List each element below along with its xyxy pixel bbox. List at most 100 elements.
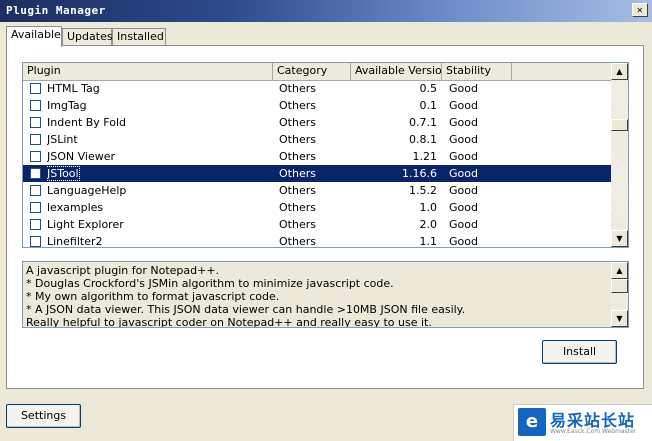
close-icon[interactable]: ✕ [632, 3, 648, 17]
plugin-name: JSON Viewer [47, 148, 273, 165]
plugin-stability: Good [449, 116, 478, 129]
description-line: A javascript plugin for Notepad++. [26, 264, 220, 277]
plugin-version: 1.0 [419, 201, 438, 214]
description-line: * My own algorithm to format javascript … [26, 290, 280, 303]
table-row[interactable]: lexamples Others 1.0 Good [23, 199, 612, 216]
plugin-category: Others [279, 133, 316, 146]
description-line: * A JSON data viewer. This JSON data vie… [26, 303, 466, 316]
plugin-name: JSTool [47, 165, 273, 182]
watermark-subtitle: Www.Easck.Com Webmaster [550, 428, 637, 435]
plugin-category: Others [279, 82, 316, 95]
tab-available[interactable]: Available [6, 26, 62, 47]
plugin-name: Linefilter2 [47, 233, 273, 248]
list-header: Plugin Category Available Version Stabil… [23, 63, 612, 81]
plugin-name: lexamples [47, 199, 273, 216]
plugin-name: LanguageHelp [47, 182, 273, 199]
plugin-category: Others [279, 201, 316, 214]
column-header-category[interactable]: Category [273, 63, 351, 80]
plugin-checkbox[interactable] [30, 100, 41, 111]
tab-updates[interactable]: Updates [62, 28, 113, 46]
plugin-category: Others [279, 235, 316, 248]
plugin-name-text: ImgTag [47, 99, 87, 112]
plugin-list[interactable]: Plugin Category Available Version Stabil… [22, 62, 629, 248]
plugin-name-text: Indent By Fold [47, 116, 127, 129]
plugin-checkbox[interactable] [30, 185, 41, 196]
plugin-list-scrollbar[interactable]: ▲ ▼ [611, 63, 628, 247]
plugin-version: 0.8.1 [409, 133, 437, 146]
plugin-version: 1.1 [419, 235, 438, 248]
table-row[interactable]: JSON Viewer Others 1.21 Good [23, 148, 612, 165]
plugin-rows: HTML Tag Others 0.5 Good ImgTag Others 0… [23, 80, 612, 248]
column-header-stability[interactable]: Stability [442, 63, 512, 80]
plugin-name-text: lexamples [47, 201, 104, 214]
plugin-checkbox[interactable] [30, 134, 41, 145]
plugin-stability: Good [449, 201, 478, 214]
plugin-category: Others [279, 150, 316, 163]
plugin-checkbox[interactable] [30, 151, 41, 162]
plugin-version: 0.7.1 [409, 116, 437, 129]
plugin-stability: Good [449, 218, 478, 231]
plugin-checkbox[interactable] [30, 117, 41, 128]
scroll-up-icon[interactable]: ▲ [611, 63, 628, 80]
plugin-category: Others [279, 167, 316, 180]
scroll-down-icon[interactable]: ▼ [611, 230, 628, 247]
scroll-thumb[interactable] [611, 279, 628, 293]
description-scrollbar[interactable]: ▲ ▼ [611, 262, 628, 327]
plugin-category: Others [279, 116, 316, 129]
description-text: A javascript plugin for Notepad++. * Dou… [26, 264, 611, 328]
table-row-selected[interactable]: JSTool Others 1.16.6 Good [23, 165, 612, 182]
scroll-up-icon[interactable]: ▲ [611, 262, 628, 279]
plugin-version: 1.21 [412, 150, 438, 163]
plugin-version: 0.5 [419, 82, 438, 95]
plugin-checkbox[interactable] [30, 168, 41, 179]
plugin-version: 0.1 [419, 99, 438, 112]
plugin-version: 2.0 [419, 218, 438, 231]
window-title: Plugin Manager [6, 4, 106, 17]
plugin-name-text: JSTool [47, 166, 80, 181]
plugin-stability: Good [449, 150, 478, 163]
plugin-category: Others [279, 99, 316, 112]
plugin-name: JSLint [47, 131, 273, 148]
plugin-name-text: JSON Viewer [47, 150, 116, 163]
plugin-name: Light Explorer [47, 216, 273, 233]
description-line: * Douglas Crockford's JSMin algorithm to… [26, 277, 394, 290]
plugin-description[interactable]: A javascript plugin for Notepad++. * Dou… [22, 261, 629, 328]
plugin-checkbox[interactable] [30, 236, 41, 247]
column-header-plugin[interactable]: Plugin [23, 63, 273, 80]
plugin-category: Others [279, 184, 316, 197]
table-row[interactable]: LanguageHelp Others 1.5.2 Good [23, 182, 612, 199]
plugin-name-text: HTML Tag [47, 82, 100, 95]
description-line: Really helpful to javascript coder on No… [26, 316, 432, 328]
scroll-down-icon[interactable]: ▼ [611, 310, 628, 327]
table-row[interactable]: ImgTag Others 0.1 Good [23, 97, 612, 114]
plugin-name-text: JSLint [47, 133, 78, 146]
plugin-stability: Good [449, 167, 478, 180]
plugin-category: Others [279, 218, 316, 231]
plugin-checkbox[interactable] [30, 83, 41, 94]
plugin-stability: Good [449, 235, 478, 248]
tab-installed[interactable]: Installed [112, 28, 166, 46]
scroll-thumb[interactable] [611, 119, 628, 131]
settings-button[interactable]: Settings [6, 404, 81, 428]
table-row[interactable]: Indent By Fold Others 0.7.1 Good [23, 114, 612, 131]
plugin-name: HTML Tag [47, 80, 273, 97]
install-button[interactable]: Install [542, 340, 617, 364]
plugin-stability: Good [449, 82, 478, 95]
title-bar: Plugin Manager ✕ [0, 0, 652, 22]
plugin-stability: Good [449, 133, 478, 146]
plugin-name-text: Light Explorer [47, 218, 124, 231]
table-row[interactable]: HTML Tag Others 0.5 Good [23, 80, 612, 97]
table-row[interactable]: Light Explorer Others 2.0 Good [23, 216, 612, 233]
plugin-stability: Good [449, 99, 478, 112]
column-header-version[interactable]: Available Version [351, 63, 442, 80]
plugin-name-text: LanguageHelp [47, 184, 127, 197]
plugin-stability: Good [449, 184, 478, 197]
table-row[interactable]: Linefilter2 Others 1.1 Good [23, 233, 612, 248]
plugin-checkbox[interactable] [30, 202, 41, 213]
plugin-checkbox[interactable] [30, 219, 41, 230]
watermark: e 易采站长站 Www.Easck.Com Webmaster [513, 404, 652, 441]
plugin-name: Indent By Fold [47, 114, 273, 131]
plugin-version: 1.16.6 [402, 167, 437, 180]
table-row[interactable]: JSLint Others 0.8.1 Good [23, 131, 612, 148]
plugin-name-text: Linefilter2 [47, 235, 103, 248]
